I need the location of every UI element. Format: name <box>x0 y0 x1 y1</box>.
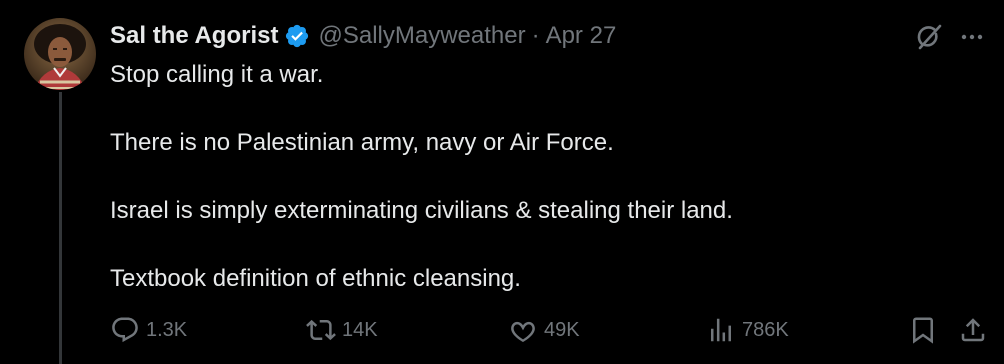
tweet-text: Stop calling it a war. There is no Pales… <box>110 58 970 296</box>
reply-button[interactable]: 1.3K <box>110 312 187 348</box>
like-button[interactable]: 49K <box>508 312 580 348</box>
grok-icon[interactable] <box>914 22 944 52</box>
tweet-date[interactable]: Apr 27 <box>546 22 617 50</box>
repost-button[interactable]: 14K <box>306 312 378 348</box>
heart-icon <box>508 315 538 345</box>
reply-icon <box>110 315 140 345</box>
tweet-paragraph: Israel is simply exterminating civilians… <box>110 197 733 224</box>
tweet-paragraph: Stop calling it a war. <box>110 61 324 88</box>
separator-dot: · <box>531 22 540 49</box>
tweet-paragraph: Textbook definition of ethnic cleansing. <box>110 265 521 292</box>
share-icon <box>958 315 988 345</box>
views-icon <box>706 315 736 345</box>
display-name[interactable]: Sal the Agorist <box>110 22 278 50</box>
views-button[interactable]: 786K <box>706 312 789 348</box>
bookmark-icon <box>908 315 938 345</box>
repost-count: 14K <box>342 318 378 341</box>
views-count: 786K <box>742 318 789 341</box>
tweet-actions: 1.3K 14K 49K 786K <box>0 312 1004 348</box>
like-count: 49K <box>544 318 580 341</box>
bookmark-button[interactable] <box>908 312 938 348</box>
tweet-paragraph: There is no Palestinian army, navy or Ai… <box>110 129 614 156</box>
avatar[interactable] <box>24 18 96 90</box>
share-button[interactable] <box>958 312 988 348</box>
verified-badge-icon[interactable] <box>284 23 310 49</box>
tweet-header: Sal the Agorist @SallyMayweather · Apr 2… <box>110 20 616 52</box>
more-icon[interactable] <box>958 24 986 50</box>
handle[interactable]: @SallyMayweather <box>318 22 525 50</box>
reply-count: 1.3K <box>146 318 188 341</box>
repost-icon <box>306 315 336 345</box>
tweet[interactable]: Sal the Agorist @SallyMayweather · Apr 2… <box>0 0 1004 364</box>
